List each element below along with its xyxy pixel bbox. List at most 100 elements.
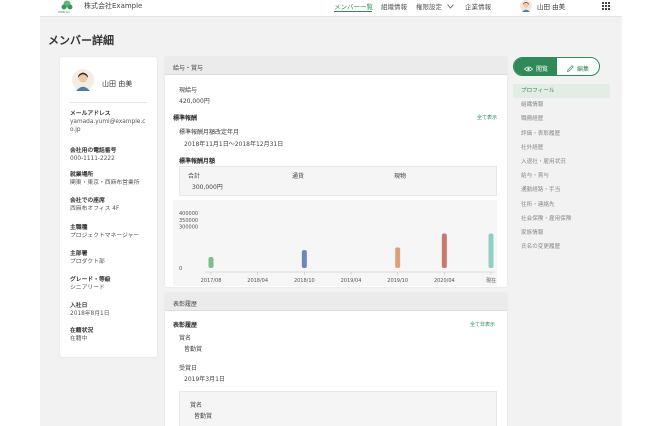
field-value: 2018年8月1日	[70, 311, 110, 317]
edit-button[interactable]: 編集	[557, 58, 599, 75]
field-email: メールアドレス yamada.yumi@example.co.jp	[70, 110, 150, 134]
salary-panel-title: 給与・賞与	[165, 57, 507, 75]
nav-permissions-label: 権限設定	[416, 3, 442, 11]
field-phone: 会社用の電話番号 000-1111-2222	[70, 147, 150, 163]
salary-panel: 給与・賞与 現給与 420,000円 標準報酬 全て表示 標準報酬月額改定年月 …	[165, 57, 507, 287]
view-edit-toggle: 閲覧 編集	[513, 57, 600, 76]
y-tick-label: 350000	[179, 218, 198, 224]
section-nav-item[interactable]: 給与・賞与	[513, 169, 610, 183]
field-label: 主職種	[70, 225, 88, 231]
standard-pay-title: 標準報酬	[173, 115, 198, 122]
x-tick-label: 現在	[486, 277, 496, 284]
field-label: メールアドレス	[70, 111, 111, 117]
field-grade: グレード・等級 シニアリード	[70, 276, 150, 292]
section-nav-item[interactable]: 社会保険・雇用保険	[513, 212, 610, 226]
section-nav-item[interactable]: プロフィール	[513, 84, 610, 99]
monthly-salary-value: 420,000円	[179, 98, 210, 105]
nav-company-info[interactable]: 企業情報	[465, 1, 491, 11]
field-value: 000-1111-2222	[70, 156, 115, 162]
total-value: 300,000円	[192, 184, 223, 191]
monthly-salary-label: 現給与	[179, 87, 198, 94]
x-tick-label: 2018/04	[247, 278, 268, 284]
section-nav-item[interactable]: 評価・表彰履歴	[513, 127, 610, 141]
chart-bar[interactable]	[488, 233, 494, 268]
nav-org-info[interactable]: 組織情報	[381, 1, 407, 11]
field-label: 入社日	[70, 303, 88, 309]
field-label: 在籍状況	[70, 328, 94, 334]
y-tick-label: 300000	[179, 225, 198, 231]
x-tick-label: 2018/10	[294, 278, 315, 284]
user-avatar-icon[interactable]	[520, 0, 532, 12]
field-label: 会社用の電話番号	[70, 148, 117, 154]
top-navbar: HRBrain 株式会社Example メンバー一覧 組織情報 権限設定 企業情…	[40, 0, 622, 17]
field-work-location: 就業場所 関東・東京・西麻布営業所	[70, 171, 150, 187]
pencil-icon	[567, 65, 574, 72]
view-button[interactable]: 閲覧	[514, 58, 557, 75]
award-panel: 表彰履歴 表彰履歴 全て非表示 賞名 皆勤賞 受賞日 2019年3月1日 賞名 …	[165, 293, 507, 426]
nav-member-list[interactable]: メンバー一覧	[334, 1, 373, 11]
field-label: 主部署	[70, 251, 88, 257]
hide-all-link[interactable]: 全て非表示	[470, 321, 495, 328]
app-frame: HRBrain 株式会社Example メンバー一覧 組織情報 権限設定 企業情…	[40, 0, 622, 426]
salary-chart-svg: 400000350000300000 0 2017/08 2018/04 2018/10…	[179, 211, 496, 284]
award-sub-value: 皆勤賞	[194, 413, 213, 420]
chart-bar[interactable]	[441, 233, 447, 268]
y-tick-label: 400000	[179, 211, 198, 217]
profile-name: 山田 由美	[102, 80, 133, 88]
col-total: 合計	[188, 173, 201, 180]
section-nav-item[interactable]: 住所・連絡先	[513, 198, 610, 212]
field-value: 関東・東京・西麻布営業所	[70, 180, 140, 186]
nav-permissions[interactable]: 権限設定	[416, 1, 454, 11]
field-value[interactable]: yamada.yumi@example.co.jp	[70, 118, 150, 134]
card-divider	[70, 102, 147, 103]
section-nav-item[interactable]: 職務経歴	[513, 112, 610, 126]
section-nav-item[interactable]: 社外経歴	[513, 141, 610, 155]
award-date-label: 受賞日	[179, 365, 198, 372]
show-all-link[interactable]: 全て表示	[477, 114, 497, 121]
edit-button-inner: 編集	[567, 64, 589, 73]
award-sub-label: 賞名	[190, 402, 203, 409]
profile-avatar-icon	[72, 69, 94, 91]
col-in-kind: 現物	[394, 173, 407, 180]
field-seat: 会社での座席 西麻布オフィス 4F	[70, 197, 150, 213]
chart-bar[interactable]	[301, 250, 307, 268]
standard-monthly-title: 標準報酬月額	[179, 158, 216, 165]
field-value: プロダクト部	[70, 259, 105, 265]
chevron-down-icon	[447, 4, 454, 9]
field-join-date: 入社日 2018年8月1日	[70, 302, 150, 318]
section-nav-item[interactable]: 氏名の変更履歴	[513, 240, 610, 254]
page-title: メンバー詳細	[48, 34, 114, 47]
x-tick-label: 2019/04	[341, 278, 362, 284]
revision-period-label: 標準報酬月額改定年月	[179, 129, 240, 136]
user-name[interactable]: 山田 由美	[537, 1, 565, 11]
salary-chart: 400000 350000 300000 0 2017/08 2018/04 2018/10…	[173, 200, 497, 286]
award-date-value: 2019年3月1日	[184, 376, 225, 383]
field-department: 主部署 プロダクト部	[70, 250, 150, 266]
app-grid-icon[interactable]	[602, 2, 610, 10]
eye-icon	[524, 66, 533, 71]
y-tick-label: 0	[179, 266, 182, 272]
award-panel-title: 表彰履歴	[165, 293, 507, 311]
section-nav-item[interactable]: 組織情報	[513, 98, 610, 112]
section-nav-item[interactable]: 通勤経路・手当	[513, 183, 610, 197]
award-sub-box: 賞名 皆勤賞	[179, 391, 497, 426]
section-nav-item[interactable]: 入退社・雇用状況	[513, 155, 610, 169]
field-value: 西麻布オフィス 4F	[70, 206, 120, 212]
award-section-title: 表彰履歴	[173, 322, 198, 329]
field-label: グレード・等級	[70, 277, 111, 283]
company-name: 株式会社Example	[84, 2, 143, 10]
x-tick-label: 2017/08	[201, 278, 222, 284]
section-nav-item[interactable]: 家族情報	[513, 226, 610, 240]
field-label: 会社での座席	[70, 198, 105, 204]
edit-button-label: 編集	[577, 66, 590, 73]
section-nav: プロフィール 組織情報 職務経歴 評価・表彰履歴 社外経歴 入退社・雇用状況 給…	[513, 84, 610, 254]
chart-bar[interactable]	[208, 256, 214, 268]
chart-bar[interactable]	[395, 247, 401, 268]
field-value: シニアリード	[70, 285, 105, 291]
logo-text: HRBrain	[58, 10, 71, 14]
nav-active-indicator	[334, 11, 372, 12]
award-name-value: 皆勤賞	[184, 346, 203, 353]
revision-period-value: 2018年11月1日〜2018年12月31日	[184, 141, 284, 148]
view-button-inner: 閲覧	[524, 64, 548, 73]
view-button-label: 閲覧	[536, 66, 549, 73]
